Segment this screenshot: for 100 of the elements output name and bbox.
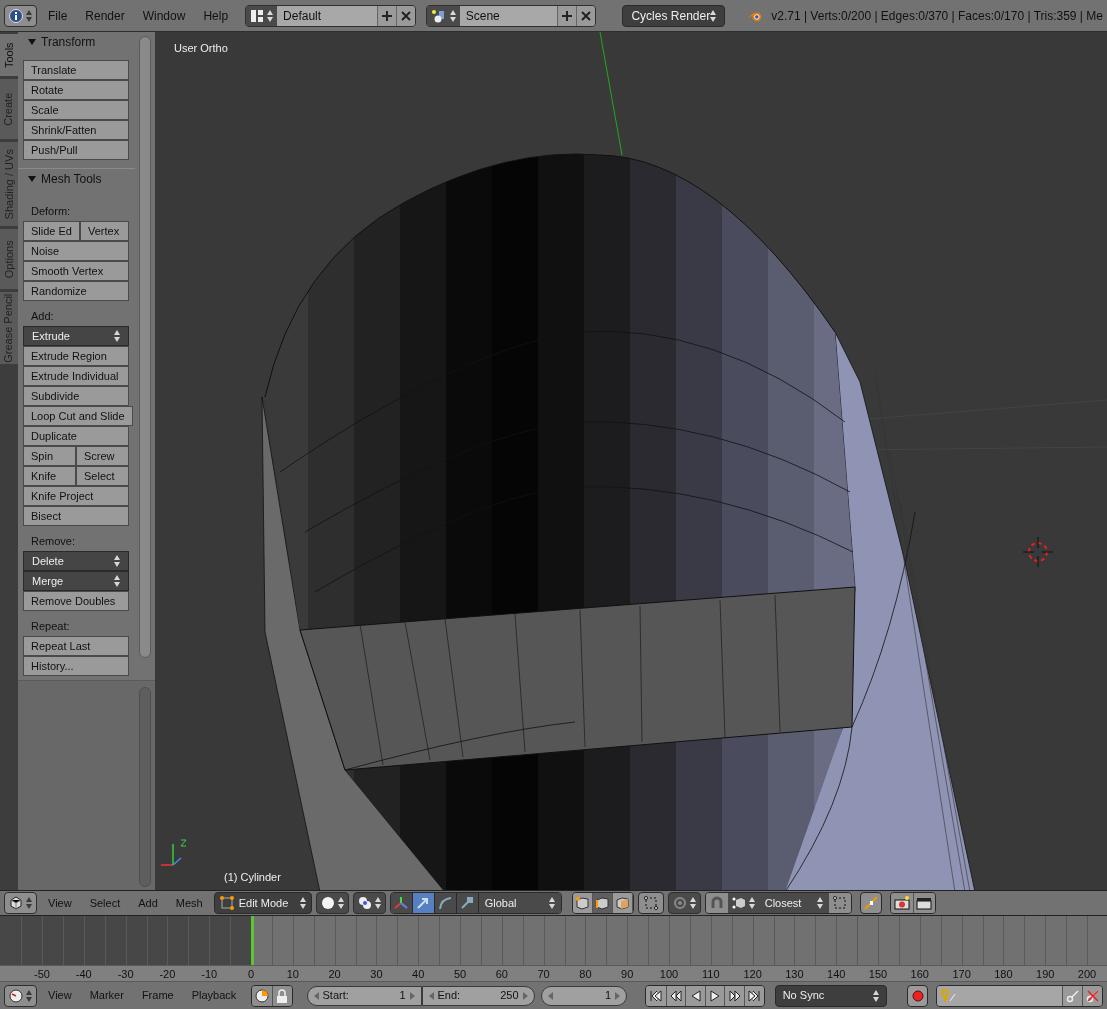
tool-button[interactable]: Randomize: [23, 281, 129, 301]
limit-selection-button[interactable]: [637, 892, 664, 914]
end-frame-field[interactable]: End: 250: [421, 985, 535, 1006]
frame-tick-label: 170: [952, 967, 971, 982]
tool-button[interactable]: Select: [76, 466, 129, 486]
up-down-arrows-icon: [299, 897, 306, 909]
playback-button[interactable]: [724, 985, 745, 1006]
snap-selection-button[interactable]: [828, 893, 851, 913]
dotted-square-icon: [643, 896, 658, 910]
scrollbar[interactable]: [139, 687, 151, 887]
menu-item[interactable]: Marker: [82, 987, 131, 1004]
tool-button[interactable]: Remove Doubles: [23, 591, 129, 611]
project-button[interactable]: [859, 892, 882, 914]
manipulator-button[interactable]: [434, 893, 457, 913]
operator-menu[interactable]: Merge: [23, 571, 129, 591]
tool-button[interactable]: Slide Ed: [23, 221, 80, 241]
mode-dropdown[interactable]: Edit Mode: [213, 892, 312, 914]
up-down-arrows-icon: [114, 555, 120, 567]
insert-keyframe-button[interactable]: [1062, 985, 1082, 1006]
tool-button[interactable]: Push/Pull: [23, 140, 129, 160]
start-frame-field[interactable]: Start: 1: [306, 985, 422, 1006]
menu-item[interactable]: Frame: [134, 987, 181, 1004]
tool-button[interactable]: Extrude Region: [23, 346, 129, 366]
frame-ruler[interactable]: -50 -40 -30 -20 -10 0 10 20 30 40 50 60 70 80 90 100 110 120 130 140 150 160 170 180 190 200: [0, 965, 1107, 982]
tool-button[interactable]: Noise: [23, 241, 129, 261]
proportional-edit-button[interactable]: [667, 892, 701, 914]
tool-button[interactable]: Translate: [23, 60, 129, 80]
current-frame-field[interactable]: 1: [540, 985, 628, 1006]
snap-cube-icon: [731, 896, 746, 910]
up-down-arrows-icon: [114, 575, 120, 587]
view-label: User Ortho: [174, 41, 228, 56]
sync-dropdown[interactable]: No Sync: [774, 984, 887, 1007]
menu-item[interactable]: View: [41, 987, 79, 1004]
tool-tab[interactable]: Tools: [0, 34, 18, 76]
tool-button[interactable]: Knife: [23, 466, 76, 486]
up-down-arrows-icon: [872, 989, 879, 1002]
operator-menu[interactable]: Delete: [23, 551, 129, 571]
panel-header[interactable]: Mesh Tools: [18, 168, 135, 188]
tool-button[interactable]: Subdivide: [23, 386, 129, 406]
menu-item[interactable]: Add: [131, 894, 165, 912]
select-mode-button[interactable]: [612, 893, 633, 913]
tool-button[interactable]: Spin: [23, 446, 76, 466]
playback-button[interactable]: [744, 985, 764, 1006]
manipulator-button[interactable]: [390, 893, 413, 913]
render-opengl-button[interactable]: [890, 893, 913, 913]
tool-button[interactable]: Loop Cut and Slide: [23, 406, 133, 426]
tool-button[interactable]: Rotate: [23, 80, 129, 100]
menu-item[interactable]: File: [41, 6, 75, 25]
editor-type-button[interactable]: [4, 4, 37, 27]
operator-menu[interactable]: Extrude: [23, 326, 129, 346]
tool-button[interactable]: Vertex: [80, 221, 129, 241]
tool-button[interactable]: Smooth Vertex: [23, 261, 129, 281]
snap-element-button[interactable]: [727, 893, 759, 913]
menu-item[interactable]: Playback: [184, 987, 244, 1004]
delete-keyframe-button[interactable]: [1082, 985, 1102, 1006]
tool-button[interactable]: History...: [23, 656, 129, 676]
record-button[interactable]: [906, 984, 929, 1007]
key-icon: [941, 988, 958, 1003]
pivot-button[interactable]: [352, 892, 386, 914]
panel-header[interactable]: Transform: [18, 32, 135, 52]
tool-button[interactable]: Screw: [76, 446, 129, 466]
keying-set-field[interactable]: [937, 985, 1062, 1006]
playback-button[interactable]: [685, 985, 705, 1006]
select-mode-button[interactable]: [572, 893, 593, 913]
tool-button[interactable]: Extrude Individual: [23, 366, 129, 386]
tool-button[interactable]: Bisect: [23, 506, 129, 526]
manipulator-button[interactable]: [456, 893, 479, 913]
shading-button[interactable]: [315, 892, 349, 914]
previous-keyframe-icon: [669, 989, 682, 1002]
menu-item[interactable]: Window: [135, 6, 193, 25]
select-mode-button[interactable]: [592, 893, 613, 913]
tool-button[interactable]: Knife Project: [23, 486, 129, 506]
snap-toggle-button[interactable]: [705, 893, 728, 913]
section-label: Remove:: [30, 534, 77, 550]
editor-type-button[interactable]: [4, 984, 37, 1007]
orientation-dropdown[interactable]: Global: [478, 893, 561, 913]
snap-target-dropdown[interactable]: Closest: [758, 893, 829, 913]
menu-item[interactable]: Help: [196, 6, 236, 25]
manipulator-button[interactable]: [412, 893, 435, 913]
menu-item[interactable]: Mesh: [168, 894, 210, 912]
up-down-arrows-icon: [374, 897, 381, 909]
preview-range-button[interactable]: [252, 985, 272, 1006]
tool-button[interactable]: Scale: [23, 100, 129, 120]
playback-button[interactable]: [665, 985, 686, 1006]
right-arrow-icon: [615, 991, 621, 1000]
crossed-key-icon: [1085, 988, 1100, 1003]
tool-button[interactable]: Repeat Last: [23, 636, 129, 656]
render-animation-button[interactable]: [912, 893, 935, 913]
scrollbar[interactable]: [139, 36, 151, 658]
menu-item[interactable]: Render: [78, 6, 132, 25]
section-label: Repeat:: [30, 619, 71, 635]
playback-button[interactable]: [704, 985, 725, 1006]
playback-button[interactable]: [646, 985, 666, 1006]
tool-button[interactable]: Shrink/Fatten: [23, 120, 129, 140]
menu-item[interactable]: View: [41, 894, 79, 912]
render-engine-dropdown[interactable]: Cycles Render: [622, 4, 726, 27]
lock-button[interactable]: [271, 985, 292, 1006]
tool-button[interactable]: Duplicate: [23, 426, 129, 446]
editor-type-button[interactable]: [4, 892, 37, 914]
menu-item[interactable]: Select: [82, 894, 128, 912]
